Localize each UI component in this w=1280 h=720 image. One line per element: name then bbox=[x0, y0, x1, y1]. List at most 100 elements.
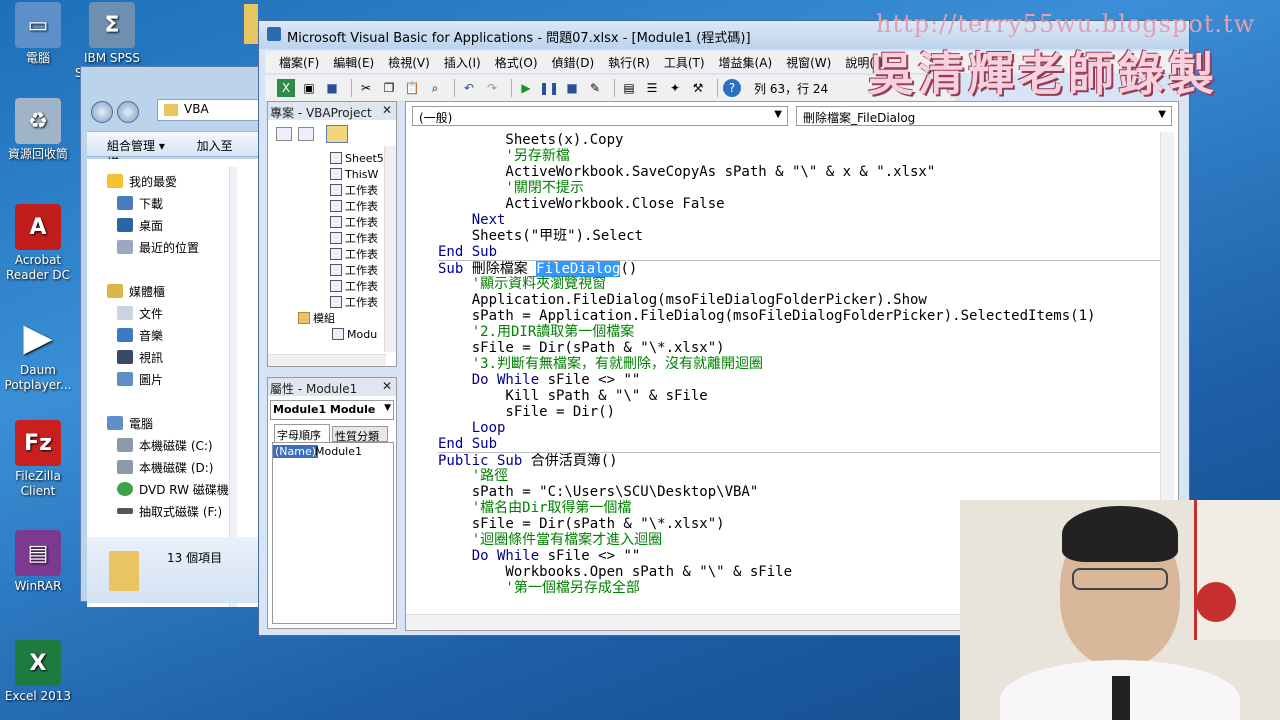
run-icon[interactable]: ▶ bbox=[517, 79, 535, 97]
tree-item[interactable]: 工作表 bbox=[330, 294, 378, 310]
help-icon[interactable]: ? bbox=[723, 79, 741, 97]
organize-button[interactable]: 組合管理 ▾ bbox=[107, 139, 165, 153]
code-line[interactable]: End Sub bbox=[438, 436, 1170, 452]
recycle-bin-desktop-icon[interactable]: ♻ 資源回收筒 bbox=[0, 98, 76, 162]
code-line[interactable]: Application.FileDialog(msoFileDialogFold… bbox=[438, 292, 1170, 308]
code-line[interactable]: sPath = Application.FileDialog(msoFileDi… bbox=[438, 308, 1170, 324]
code-line[interactable]: '3.判斷有無檔案，有就刪除，沒有就離開迴圈 bbox=[438, 356, 1170, 372]
tree-vscrollbar[interactable] bbox=[384, 146, 396, 352]
code-line[interactable]: '顯示資料夾瀏覽視窗 bbox=[438, 276, 1170, 292]
tree-item[interactable]: Sheet5 bbox=[330, 150, 384, 166]
nav-libraries[interactable]: 媒體櫃 bbox=[107, 281, 165, 301]
filezilla-desktop-icon[interactable]: Fz FileZilla Client bbox=[0, 420, 76, 499]
code-line[interactable]: ActiveWorkbook.Close False bbox=[438, 196, 1170, 212]
code-line[interactable]: sFile = Dir(sPath & "\*.xlsx") bbox=[438, 340, 1170, 356]
tree-item[interactable]: 工作表 bbox=[330, 230, 378, 246]
menu-window[interactable]: 視窗(W) bbox=[786, 54, 831, 71]
code-line[interactable]: Next bbox=[438, 212, 1170, 228]
insert-module-icon[interactable]: ▣ bbox=[300, 79, 318, 97]
excel-view-icon[interactable]: X bbox=[277, 79, 295, 97]
nav-drive-c[interactable]: 本機磁碟 (C:) bbox=[117, 435, 213, 455]
cut-icon[interactable]: ✂ bbox=[357, 79, 375, 97]
project-explorer-icon[interactable]: ▤ bbox=[620, 79, 638, 97]
redo-icon[interactable]: ↷ bbox=[483, 79, 501, 97]
view-code-icon[interactable] bbox=[276, 127, 292, 141]
code-hscrollbar[interactable] bbox=[406, 614, 966, 630]
undo-icon[interactable]: ↶ bbox=[460, 79, 478, 97]
nav-recent[interactable]: 最近的位置 bbox=[117, 237, 199, 257]
object-combo[interactable]: (一般) ▼ bbox=[412, 106, 788, 126]
paste-icon[interactable]: 📋 bbox=[403, 79, 421, 97]
menu-run[interactable]: 執行(R) bbox=[608, 54, 650, 71]
nav-desktop[interactable]: 桌面 bbox=[117, 215, 163, 235]
explorer-window[interactable]: VBA 組合管理 ▾ 加入至媒 我的最愛 下載 桌面 最近的位置 媒體櫃 文件 … bbox=[80, 66, 271, 607]
close-icon[interactable]: ✕ bbox=[382, 103, 392, 117]
copy-icon[interactable]: ❐ bbox=[380, 79, 398, 97]
properties-object-select[interactable]: Module1 Module ▼ bbox=[270, 400, 394, 420]
nav-computer[interactable]: 電腦 bbox=[107, 413, 153, 433]
menu-format[interactable]: 格式(O) bbox=[495, 54, 538, 71]
nav-favorites[interactable]: 我的最愛 bbox=[107, 171, 177, 191]
excel-desktop-icon[interactable]: X Excel 2013 bbox=[0, 640, 76, 704]
code-line[interactable]: sFile = Dir() bbox=[438, 404, 1170, 420]
menu-tools[interactable]: 工具(T) bbox=[664, 54, 705, 71]
computer-desktop-icon[interactable]: ▭ 電腦 bbox=[0, 2, 76, 66]
nav-videos[interactable]: 視訊 bbox=[117, 347, 163, 367]
tree-folder-modules[interactable]: 模組 bbox=[298, 310, 335, 326]
tree-hscrollbar[interactable] bbox=[268, 354, 386, 366]
code-line[interactable]: '路徑 bbox=[438, 468, 1170, 484]
tree-item[interactable]: 工作表 bbox=[330, 198, 378, 214]
save-icon[interactable]: ■ bbox=[323, 79, 341, 97]
code-line[interactable]: '2.用DIR讀取第一個檔案 bbox=[438, 324, 1170, 340]
prop-name-key[interactable]: (Name) bbox=[273, 445, 319, 458]
toolbox-icon[interactable]: ⚒ bbox=[689, 79, 707, 97]
code-line[interactable]: End Sub bbox=[438, 244, 1170, 260]
forward-button[interactable] bbox=[117, 101, 139, 123]
menu-insert[interactable]: 插入(I) bbox=[444, 54, 481, 71]
nav-drive-d[interactable]: 本機磁碟 (D:) bbox=[117, 457, 213, 477]
procedure-combo[interactable]: 刪除檔案_FileDialog ▼ bbox=[796, 106, 1172, 126]
menu-view[interactable]: 檢視(V) bbox=[388, 54, 430, 71]
tree-item[interactable]: ThisW bbox=[330, 166, 378, 182]
nav-pictures[interactable]: 圖片 bbox=[117, 369, 163, 389]
close-icon[interactable]: ✕ bbox=[382, 379, 392, 393]
object-browser-icon[interactable]: ✦ bbox=[666, 79, 684, 97]
code-line[interactable]: Public Sub 合併活頁簿() bbox=[438, 452, 1170, 469]
menu-debug[interactable]: 偵錯(D) bbox=[552, 54, 595, 71]
view-object-icon[interactable] bbox=[298, 127, 314, 141]
find-icon[interactable]: ⌕ bbox=[426, 79, 444, 97]
prop-name-value[interactable]: Module1 bbox=[315, 445, 362, 458]
nav-music[interactable]: 音樂 bbox=[117, 325, 163, 345]
code-line[interactable]: Loop bbox=[438, 420, 1170, 436]
toggle-folders-icon[interactable] bbox=[326, 125, 348, 143]
code-line[interactable]: '關閉不提示 bbox=[438, 180, 1170, 196]
nav-drive-f[interactable]: 抽取式磁碟 (F:) bbox=[117, 501, 222, 521]
menu-edit[interactable]: 編輯(E) bbox=[333, 54, 374, 71]
properties-icon[interactable]: ☰ bbox=[643, 79, 661, 97]
code-line[interactable]: Sub 刪除檔案_FileDialog() bbox=[438, 260, 1170, 277]
tab-alphabetic[interactable]: 字母順序 bbox=[274, 424, 330, 442]
menu-file[interactable]: 檔案(F) bbox=[279, 54, 319, 71]
winrar-desktop-icon[interactable]: ▤ WinRAR bbox=[0, 530, 76, 594]
potplayer-desktop-icon[interactable]: ▶ Daum Potplayer... bbox=[0, 314, 76, 393]
tree-item-module1[interactable]: Modu bbox=[332, 326, 377, 342]
code-line[interactable]: Do While sFile <> "" bbox=[438, 372, 1170, 388]
nav-downloads[interactable]: 下載 bbox=[117, 193, 163, 213]
reset-icon[interactable]: ■ bbox=[563, 79, 581, 97]
back-button[interactable] bbox=[91, 101, 113, 123]
tree-item[interactable]: 工作表 bbox=[330, 246, 378, 262]
code-line[interactable]: Sheets(x).Copy bbox=[438, 132, 1170, 148]
code-line[interactable]: ActiveWorkbook.SaveCopyAs sPath & "\" & … bbox=[438, 164, 1170, 180]
menu-addins[interactable]: 增益集(A) bbox=[719, 54, 773, 71]
nav-dvd[interactable]: DVD RW 磁碟機 bbox=[117, 479, 229, 499]
nav-documents[interactable]: 文件 bbox=[117, 303, 163, 323]
tree-item[interactable]: 工作表 bbox=[330, 278, 378, 294]
break-icon[interactable]: ❚❚ bbox=[539, 79, 559, 97]
code-line[interactable]: Kill sPath & "\" & sFile bbox=[438, 388, 1170, 404]
code-line[interactable]: Sheets("甲班").Select bbox=[438, 228, 1170, 244]
acrobat-desktop-icon[interactable]: A Acrobat Reader DC bbox=[0, 204, 76, 283]
tree-item[interactable]: 工作表 bbox=[330, 214, 378, 230]
address-bar[interactable]: VBA bbox=[157, 99, 271, 121]
tree-item[interactable]: 工作表 bbox=[330, 262, 378, 278]
code-line[interactable]: sPath = "C:\Users\SCU\Desktop\VBA" bbox=[438, 484, 1170, 500]
